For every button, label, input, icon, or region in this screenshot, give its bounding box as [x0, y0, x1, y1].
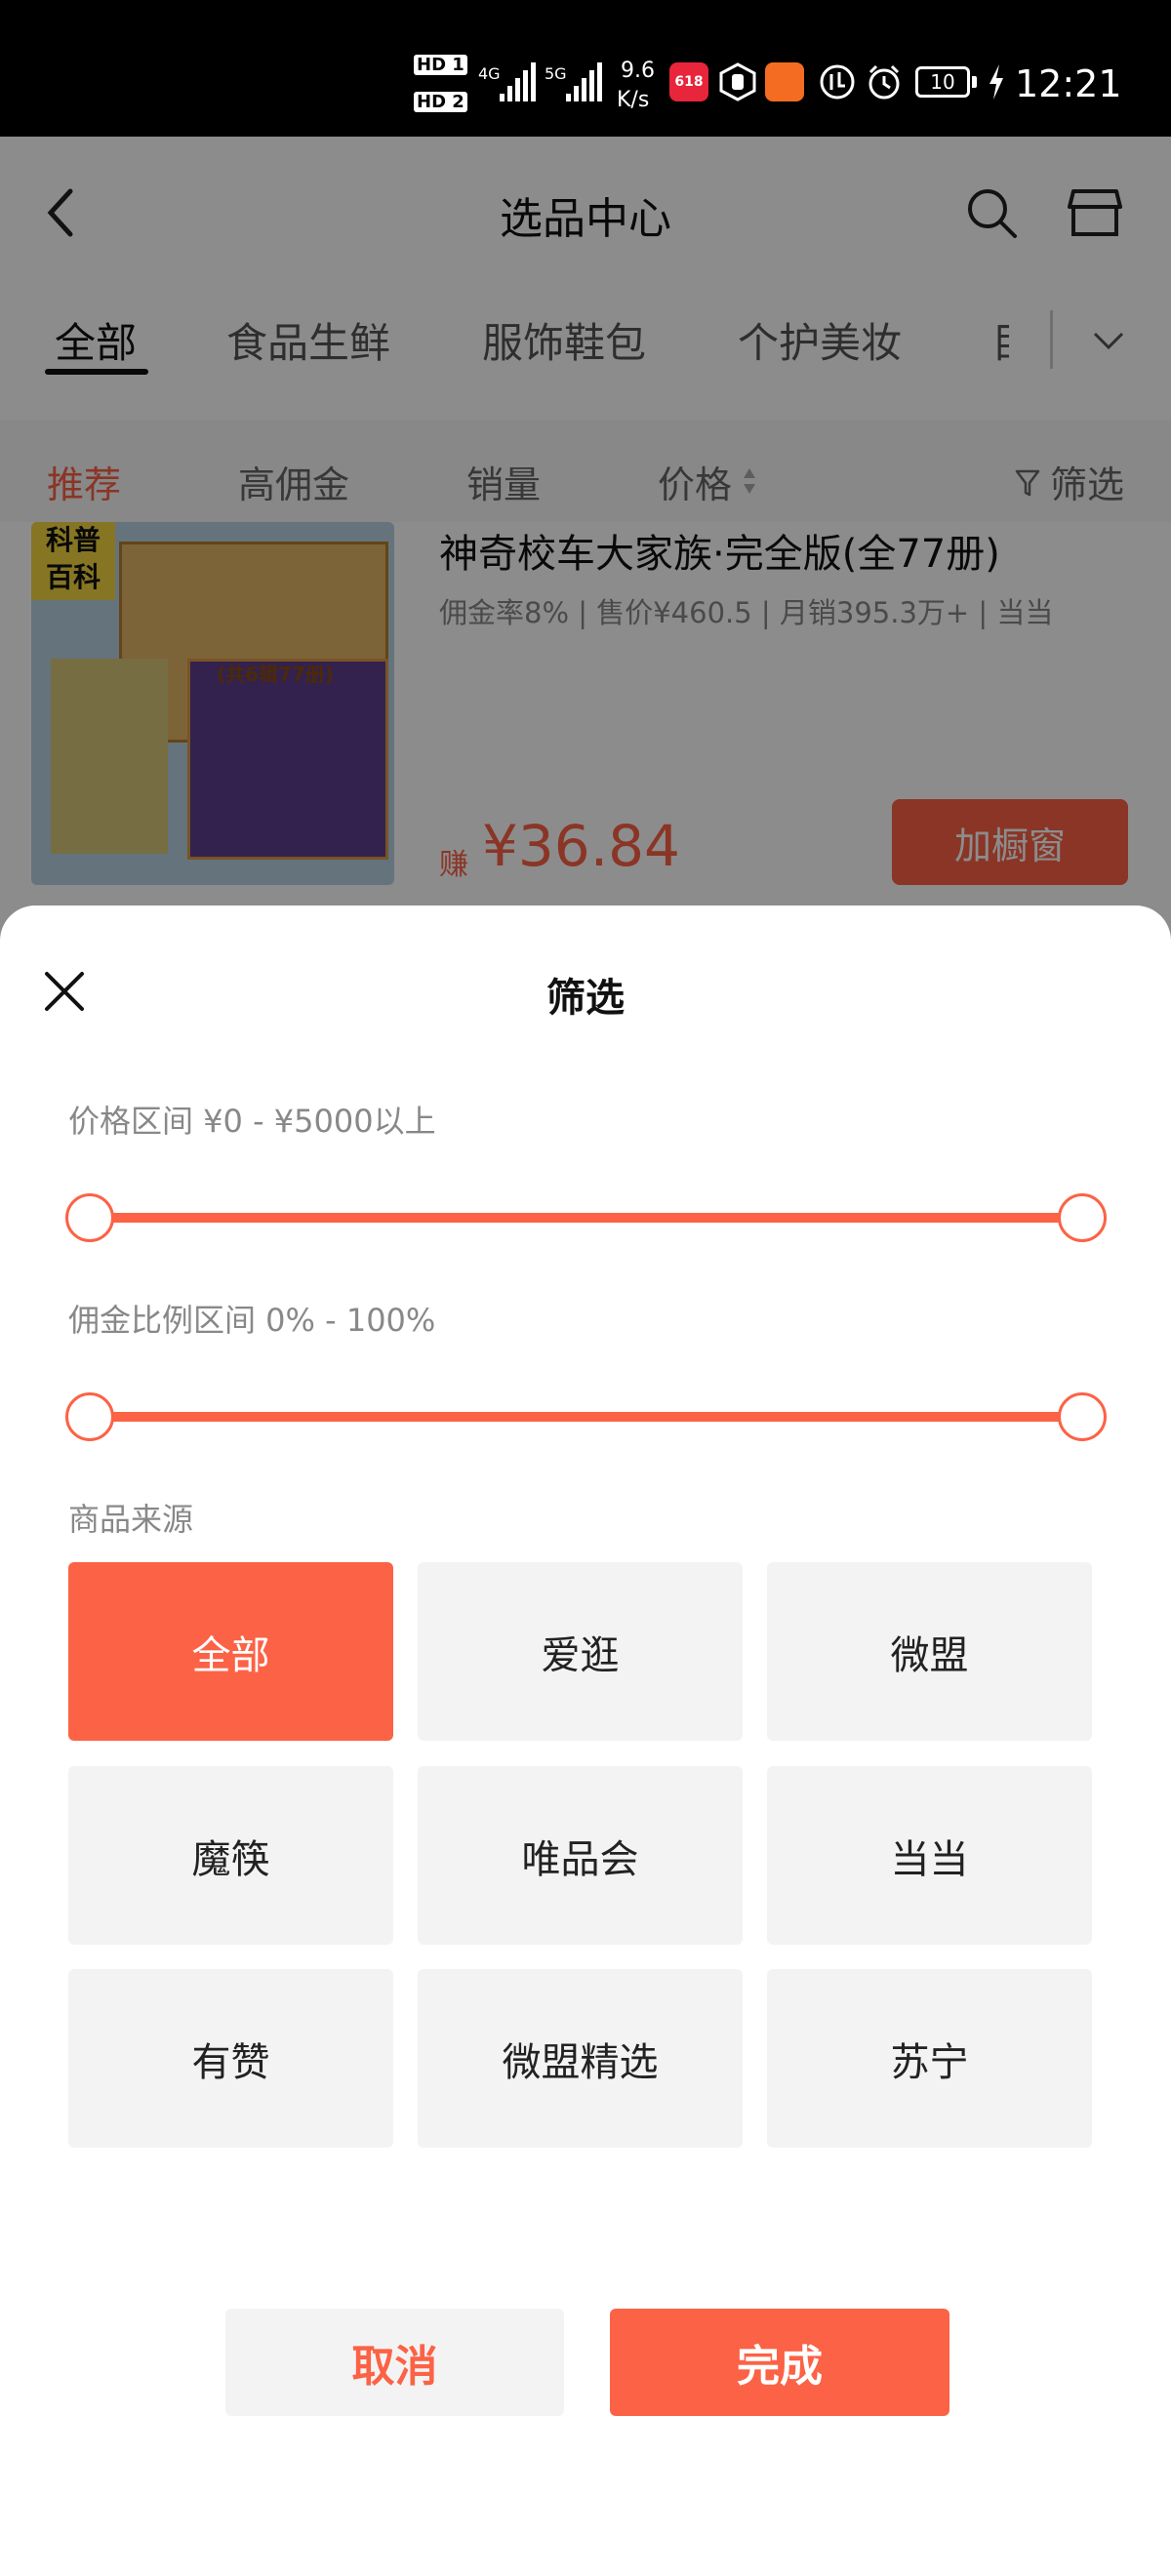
price-slider-min-handle[interactable]: [65, 1193, 114, 1242]
battery-tip: [972, 76, 977, 88]
source-option-weimeng[interactable]: 微盟: [767, 1562, 1092, 1741]
hd1-badge: HD 1: [414, 55, 467, 75]
cancel-button[interactable]: 取消: [225, 2309, 564, 2416]
price-slider-max-handle[interactable]: [1058, 1193, 1107, 1242]
price-range-label: 价格区间 ¥0 - ¥5000以上: [68, 1103, 436, 1140]
hand-app-icon: [719, 62, 756, 101]
net-speed-unit: K/s: [617, 88, 650, 112]
commission-slider-max-handle[interactable]: [1058, 1392, 1107, 1441]
app-notification-icon: [765, 62, 804, 101]
source-label: 商品来源: [68, 1501, 194, 1538]
source-option-aiguang[interactable]: 爱逛: [418, 1562, 743, 1741]
signal-icon: [500, 62, 536, 101]
signal-icon: [566, 62, 602, 101]
clock-time: 12:21: [1015, 62, 1122, 105]
source-option-youzan[interactable]: 有赞: [68, 1969, 393, 2148]
filter-sheet: 筛选 价格区间 ¥0 - ¥5000以上 佣金比例区间 0% - 100% 商品…: [0, 906, 1171, 2576]
data-saver-icon: [820, 64, 855, 100]
commission-range-label: 佣金比例区间 0% - 100%: [68, 1302, 436, 1339]
price-slider-track[interactable]: [90, 1213, 1082, 1223]
status-bar: HD 1 HD 2 4G 5G 9.6 K/s 618 10 12:21: [0, 0, 1171, 137]
source-option-weimeng-select[interactable]: 微盟精选: [418, 1969, 743, 2148]
net-speed-value: 9.6: [621, 59, 655, 83]
source-option-vip[interactable]: 唯品会: [418, 1766, 743, 1945]
battery-icon: 10: [915, 66, 970, 98]
charging-icon: [989, 64, 1003, 100]
source-option-mokuai[interactable]: 魔筷: [68, 1766, 393, 1945]
commission-slider-min-handle[interactable]: [65, 1392, 114, 1441]
hd2-badge: HD 2: [414, 92, 467, 112]
shopping-618-icon: 618: [669, 62, 708, 101]
source-option-all[interactable]: 全部: [68, 1562, 393, 1741]
source-option-dangdang[interactable]: 当当: [767, 1766, 1092, 1945]
commission-slider-track[interactable]: [90, 1412, 1082, 1422]
sheet-title: 筛选: [546, 976, 625, 1021]
alarm-icon: [868, 64, 900, 100]
done-button[interactable]: 完成: [610, 2309, 949, 2416]
source-option-suning[interactable]: 苏宁: [767, 1969, 1092, 2148]
